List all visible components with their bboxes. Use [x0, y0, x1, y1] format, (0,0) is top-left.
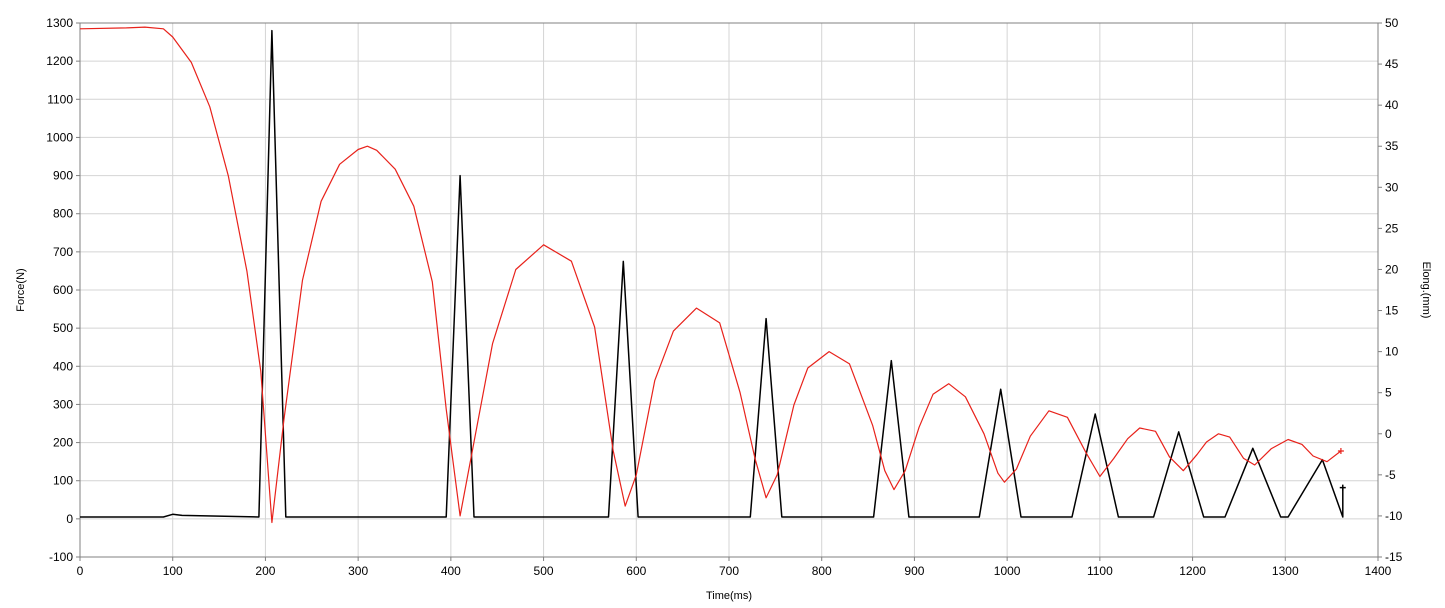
x-tick-label: 800 [812, 564, 832, 578]
right-tick-label: 20 [1385, 262, 1399, 276]
x-tick-label: 500 [534, 564, 554, 578]
left-axis-ticks: -100 0 100 200 300 400 500 600 700 800 900 1000 1100… [46, 16, 80, 564]
x-tick-label: 0 [77, 564, 84, 578]
x-tick-label: 900 [904, 564, 924, 578]
right-tick-label: 50 [1385, 16, 1399, 30]
left-tick-label: 1200 [46, 54, 73, 68]
right-tick-label: 30 [1385, 180, 1399, 194]
x-tick-label: 1100 [1087, 564, 1113, 578]
right-axis-title: Elong.(mm) [1420, 262, 1432, 319]
right-tick-label: 0 [1385, 427, 1392, 441]
left-tick-label: 200 [53, 436, 73, 450]
right-tick-label: 15 [1385, 304, 1399, 318]
left-tick-label: 1100 [47, 92, 73, 106]
force-end-marker [1339, 484, 1346, 491]
right-tick-label: 25 [1385, 221, 1399, 235]
elongation-series-line [79, 26, 1342, 524]
force-elongation-chart: 0 100 200 300 400 500 600 700 800 900 1000 1100 1200… [15, 16, 1432, 602]
x-axis-ticks: 0 100 200 300 400 500 600 700 800 900 1000 1100 1200… [77, 557, 1392, 578]
x-tick-label: 200 [255, 564, 275, 578]
x-tick-label: 1400 [1365, 564, 1392, 578]
series-group [79, 26, 1346, 524]
x-tick-label: 100 [163, 564, 183, 578]
right-tick-label: 40 [1385, 98, 1399, 112]
left-axis-title: Force(N) [15, 268, 27, 311]
right-axis-ticks: -15 -10 -5 0 5 10 15 20 25 30 35 40 45 50 [1378, 16, 1403, 564]
left-tick-label: 400 [53, 359, 73, 373]
force-series-line [80, 29, 1344, 518]
right-tick-label: 10 [1385, 345, 1399, 359]
left-tick-label: 900 [53, 169, 73, 183]
x-tick-label: 700 [719, 564, 739, 578]
left-tick-label: 0 [66, 512, 73, 526]
x-tick-label: 400 [441, 564, 461, 578]
x-tick-label: 1200 [1179, 564, 1206, 578]
left-tick-label: 700 [53, 245, 73, 259]
right-tick-label: 35 [1385, 139, 1399, 153]
right-tick-label: 5 [1385, 386, 1392, 400]
left-tick-label: 500 [53, 321, 73, 335]
left-tick-label: 600 [53, 283, 73, 297]
left-tick-label: 800 [53, 207, 73, 221]
right-tick-label: -10 [1385, 509, 1403, 523]
left-tick-label: -100 [49, 550, 73, 564]
right-tick-label: -15 [1385, 550, 1403, 564]
x-tick-label: 300 [348, 564, 368, 578]
left-tick-label: 1000 [46, 130, 73, 144]
x-tick-label: 1000 [994, 564, 1021, 578]
right-tick-label: 45 [1385, 57, 1399, 71]
left-tick-label: 100 [53, 474, 73, 488]
right-tick-label: -5 [1385, 468, 1396, 482]
left-tick-label: 300 [53, 397, 73, 411]
left-tick-label: 1300 [46, 16, 73, 30]
x-tick-label: 600 [626, 564, 646, 578]
x-tick-label: 1300 [1272, 564, 1299, 578]
x-axis-title: Time(ms) [706, 590, 752, 602]
